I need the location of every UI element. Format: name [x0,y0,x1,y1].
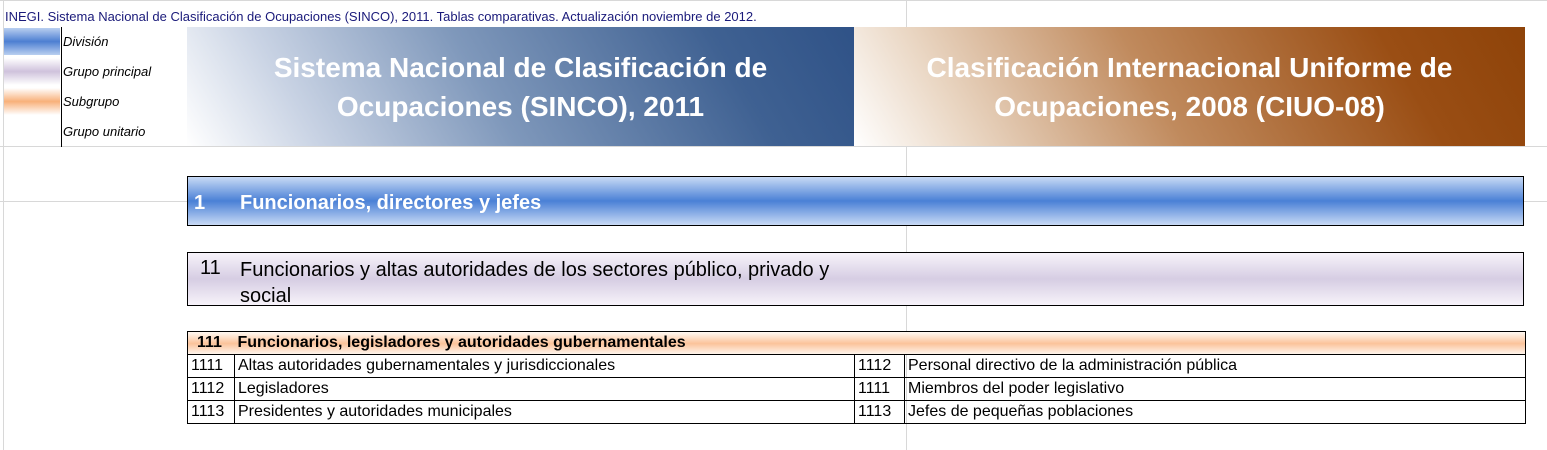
sinco-name: Altas autoridades gubernamentales y juri… [234,354,855,378]
legend-label: Grupo unitario [63,124,146,139]
sinco-code: 1112 [187,377,235,401]
gridline [0,146,1547,147]
sinco-name: Presidentes y autoridades municipales [234,400,855,424]
legend-label: Subgrupo [63,94,120,109]
table-row[interactable]: 1112 Legisladores 1111 Miembros del pode… [187,377,1527,401]
ciuo-code: 1112 [854,354,905,378]
ciuo-name: Jefes de pequeñas poblaciones [903,400,1527,424]
header-ciuo: Clasificación Internacional Uniforme de … [854,27,1525,146]
legend: División Grupo principal Subgrupo Grupo … [3,27,187,147]
header-sinco-title: Sistema Nacional de Clasificación de Ocu… [273,51,768,122]
division-code: 1 [194,192,206,214]
subgrupo-table: 111 Funcionarios, legisladores y autorid… [187,331,1527,424]
legend-swatch [4,88,60,115]
header-sinco: Sistema Nacional de Clasificación de Ocu… [187,27,854,146]
source-line: INEGI. Sistema Nacional de Clasificación… [5,9,757,24]
legend-label: Grupo principal [63,64,152,79]
table-row[interactable]: 1113 Presidentes y autoridades municipal… [187,400,1527,424]
grupo-principal-code: 11 [200,257,221,279]
gridline [0,0,1547,1]
subgrupo-code: 111 [187,331,235,355]
sinco-name: Legisladores [234,377,855,401]
ciuo-code: 1113 [854,400,905,424]
sinco-code: 1113 [187,400,235,424]
division-name: Funcionarios, directores y jefes [240,192,542,214]
division-row[interactable]: 1 Funcionarios, directores y jefes [187,176,1524,226]
ciuo-code: 1111 [854,377,905,401]
legend-swatch [4,58,60,85]
header-ciuo-title: Clasificación Internacional Uniforme de … [926,51,1453,122]
legend-swatch [4,118,60,145]
legend-label: División [63,34,109,49]
ciuo-name: Miembros del poder legislativo [903,377,1527,401]
subgrupo-row[interactable]: 111 Funcionarios, legisladores y autorid… [187,331,1527,355]
legend-divider [61,27,62,147]
grupo-principal-name: Funcionarios y altas autoridades de los … [240,259,830,307]
legend-item-grupo-unitario: Grupo unitario [3,117,187,147]
legend-item-division: División [3,27,187,57]
subgrupo-name: Funcionarios, legisladores y autoridades… [234,331,1527,355]
legend-item-subgrupo: Subgrupo [3,87,187,117]
sinco-code: 1111 [187,354,235,378]
grupo-principal-row[interactable]: 11 Funcionarios y altas autoridades de l… [187,252,1524,307]
legend-swatch [4,28,60,55]
table-row[interactable]: 1111 Altas autoridades gubernamentales y… [187,354,1527,378]
legend-item-grupo-principal: Grupo principal [3,57,187,87]
ciuo-name: Personal directivo de la administración … [903,354,1527,378]
